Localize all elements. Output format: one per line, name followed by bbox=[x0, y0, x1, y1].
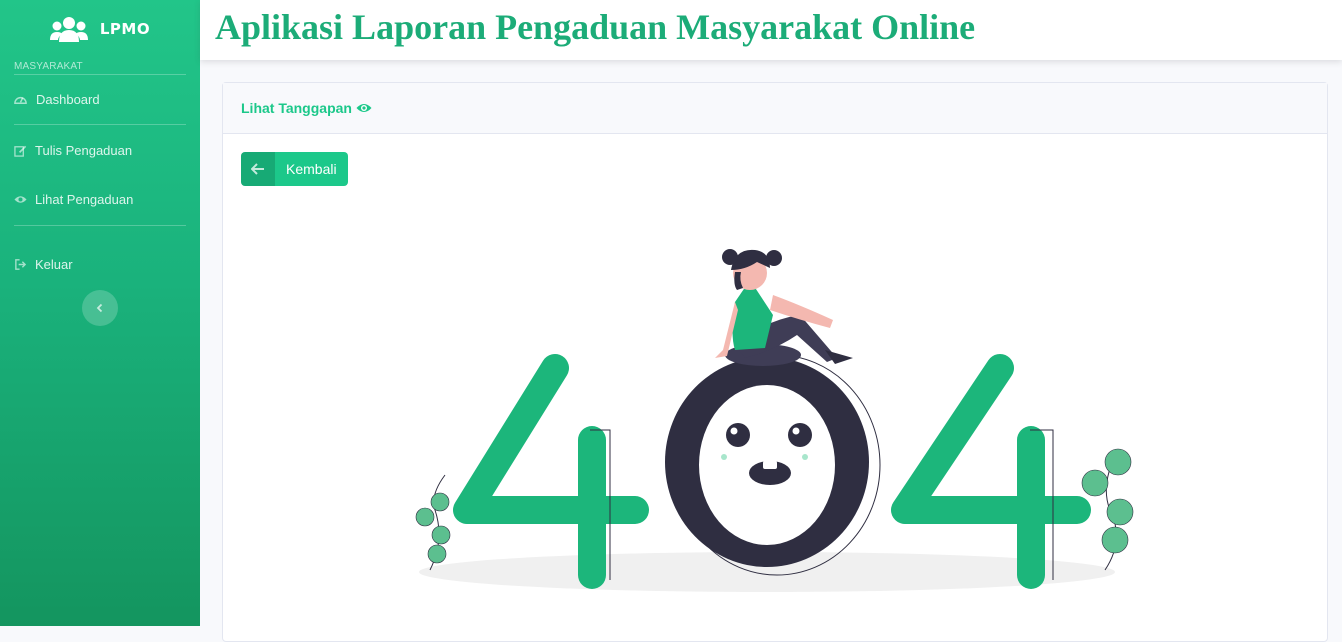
app-title: Aplikasi Laporan Pengaduan Masyarakat On… bbox=[215, 7, 976, 47]
404-illustration bbox=[415, 249, 1134, 592]
divider bbox=[14, 225, 186, 226]
person-figure bbox=[715, 249, 853, 366]
sidebar-brand[interactable]: LPMO bbox=[0, 0, 200, 58]
dashboard-icon bbox=[14, 96, 27, 104]
arrow-left-icon bbox=[241, 152, 275, 186]
brand-name: LPMO bbox=[99, 20, 151, 38]
card-title: Lihat Tanggapan bbox=[241, 100, 352, 116]
sidebar-toggle-button[interactable] bbox=[82, 290, 118, 326]
plant-left bbox=[415, 474, 451, 571]
edit-icon bbox=[14, 145, 27, 157]
eye-icon bbox=[356, 104, 372, 112]
divider bbox=[14, 124, 186, 125]
back-button-label: Kembali bbox=[286, 161, 337, 177]
digit-four-right bbox=[891, 354, 1091, 589]
sidebar-item-label: Dashboard bbox=[36, 92, 100, 107]
sidebar-item-lihat-pengaduan[interactable]: Lihat Pengaduan bbox=[14, 192, 133, 207]
sidebar: LPMO MASYARAKAT Dashboard Tulis Pengadua… bbox=[0, 0, 200, 626]
sidebar-item-label: Lihat Pengaduan bbox=[35, 192, 134, 207]
sidebar-item-tulis-pengaduan[interactable]: Tulis Pengaduan bbox=[14, 143, 132, 158]
divider bbox=[14, 74, 186, 75]
digit-zero bbox=[665, 354, 881, 576]
sidebar-item-keluar[interactable]: Keluar bbox=[14, 257, 73, 272]
sidebar-item-label: Tulis Pengaduan bbox=[35, 143, 133, 158]
users-icon bbox=[49, 17, 88, 42]
eye-icon bbox=[14, 196, 27, 203]
back-button[interactable]: Kembali bbox=[241, 152, 348, 186]
sidebar-item-label: Keluar bbox=[35, 257, 73, 272]
topbar: Aplikasi Laporan Pengaduan Masyarakat On… bbox=[200, 0, 1342, 60]
chevron-left-icon bbox=[96, 303, 103, 313]
sidebar-item-dashboard[interactable]: Dashboard bbox=[14, 92, 100, 107]
sign-out-icon bbox=[15, 259, 27, 270]
sidebar-heading: MASYARAKAT bbox=[14, 61, 83, 72]
card-header: Lihat Tanggapan bbox=[223, 83, 1327, 134]
digit-four-left bbox=[453, 354, 649, 589]
